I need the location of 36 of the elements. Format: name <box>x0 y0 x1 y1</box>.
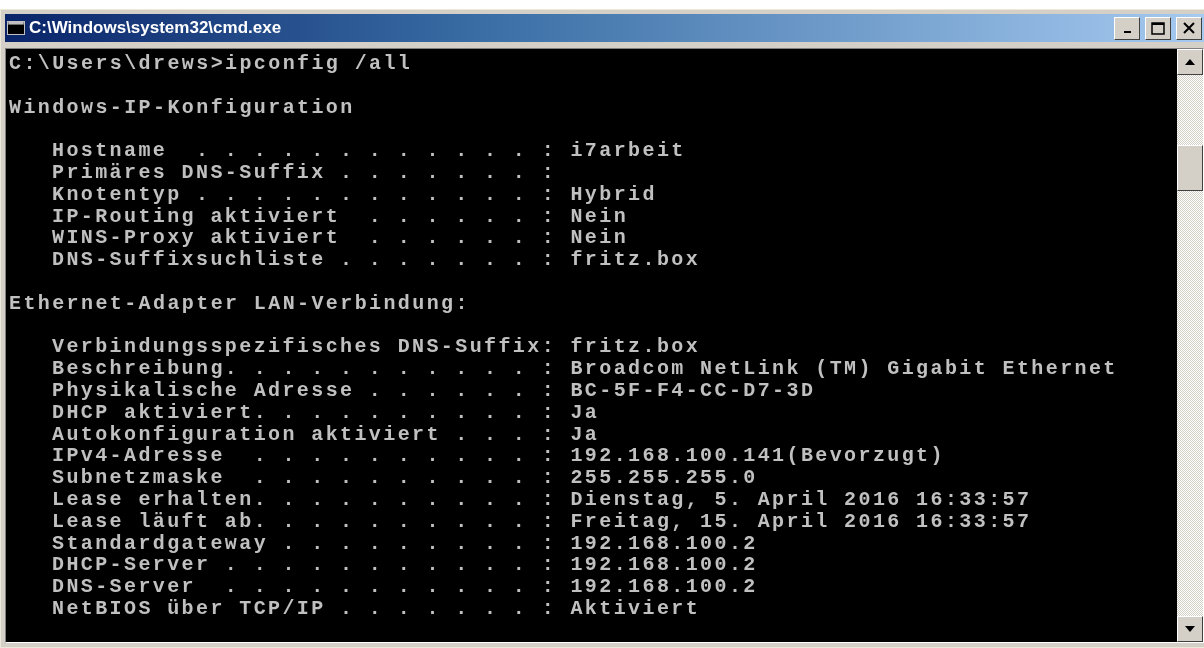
up-arrow-icon <box>1185 59 1195 65</box>
minimize-icon <box>1123 31 1131 33</box>
console-line: Primäres DNS-Suffix . . . . . . . : <box>52 162 557 184</box>
console-line: Standardgateway . . . . . . . . . : 192.168.100.2 <box>52 532 758 555</box>
console-line: IPv4-Adresse . . . . . . . . . . : 192.168.100.141(Bevorzugt) <box>52 445 945 468</box>
console-line: IP-Routing aktiviert . . . . . . : Nein <box>52 205 629 228</box>
down-arrow-icon <box>1185 626 1195 632</box>
maximize-icon <box>1151 21 1165 35</box>
command-line: C:\Users\drews>ipconfig /all <box>9 53 413 75</box>
console-line: Lease läuft ab. . . . . . . . . . : Freitag, 15. April 2016 16:33:57 <box>52 510 1032 533</box>
console-line: DNS-Server . . . . . . . . . . . : 192.168.100.2 <box>52 576 758 598</box>
close-icon <box>1183 22 1195 34</box>
console-line: Beschreibung. . . . . . . . . . . : Broadcom NetLink (TM) Gigabit Ethernet <box>52 358 1118 380</box>
section-heading: Windows-IP-Konfiguration <box>9 96 355 119</box>
scroll-thumb[interactable] <box>1177 145 1203 191</box>
maximize-button[interactable] <box>1145 16 1171 40</box>
console-line: DNS-Suffixsuchliste . . . . . . . : fritz.box <box>52 249 701 271</box>
scroll-up-button[interactable] <box>1177 49 1203 75</box>
console-line: Physikalische Adresse . . . . . . : BC-5F-F4-CC-D7-3D <box>52 379 816 402</box>
console-line: Hostname . . . . . . . . . . . . : i7arbeit <box>52 140 686 162</box>
scrollbar[interactable] <box>1177 49 1203 642</box>
window-title: C:\Windows\system32\cmd.exe <box>29 18 283 38</box>
console-icon <box>7 21 25 35</box>
close-button[interactable] <box>1176 16 1202 40</box>
scroll-down-button[interactable] <box>1177 616 1203 642</box>
console-line: Knotentyp . . . . . . . . . . . . : Hybrid <box>52 183 657 206</box>
console-line: WINS-Proxy aktiviert . . . . . . : Nein <box>52 227 629 250</box>
console-line: NetBIOS über TCP/IP . . . . . . . : Aktiviert <box>52 597 701 620</box>
minimize-button[interactable] <box>1114 16 1140 40</box>
section-heading: Ethernet-Adapter LAN-Verbindung: <box>9 292 470 315</box>
console-line: Verbindungsspezifisches DNS-Suffix: fritz.box <box>52 336 701 359</box>
console-line: DHCP aktiviert. . . . . . . . . . : Ja <box>52 401 600 424</box>
console-line: Autokonfiguration aktiviert . . . : Ja <box>52 423 600 446</box>
console-line: Subnetzmaske . . . . . . . . . . : 255.255.255.0 <box>52 467 758 489</box>
console-line: DHCP-Server . . . . . . . . . . . : 192.168.100.2 <box>52 554 758 577</box>
console-line: Lease erhalten. . . . . . . . . . : Dienstag, 5. April 2016 16:33:57 <box>52 488 1032 511</box>
